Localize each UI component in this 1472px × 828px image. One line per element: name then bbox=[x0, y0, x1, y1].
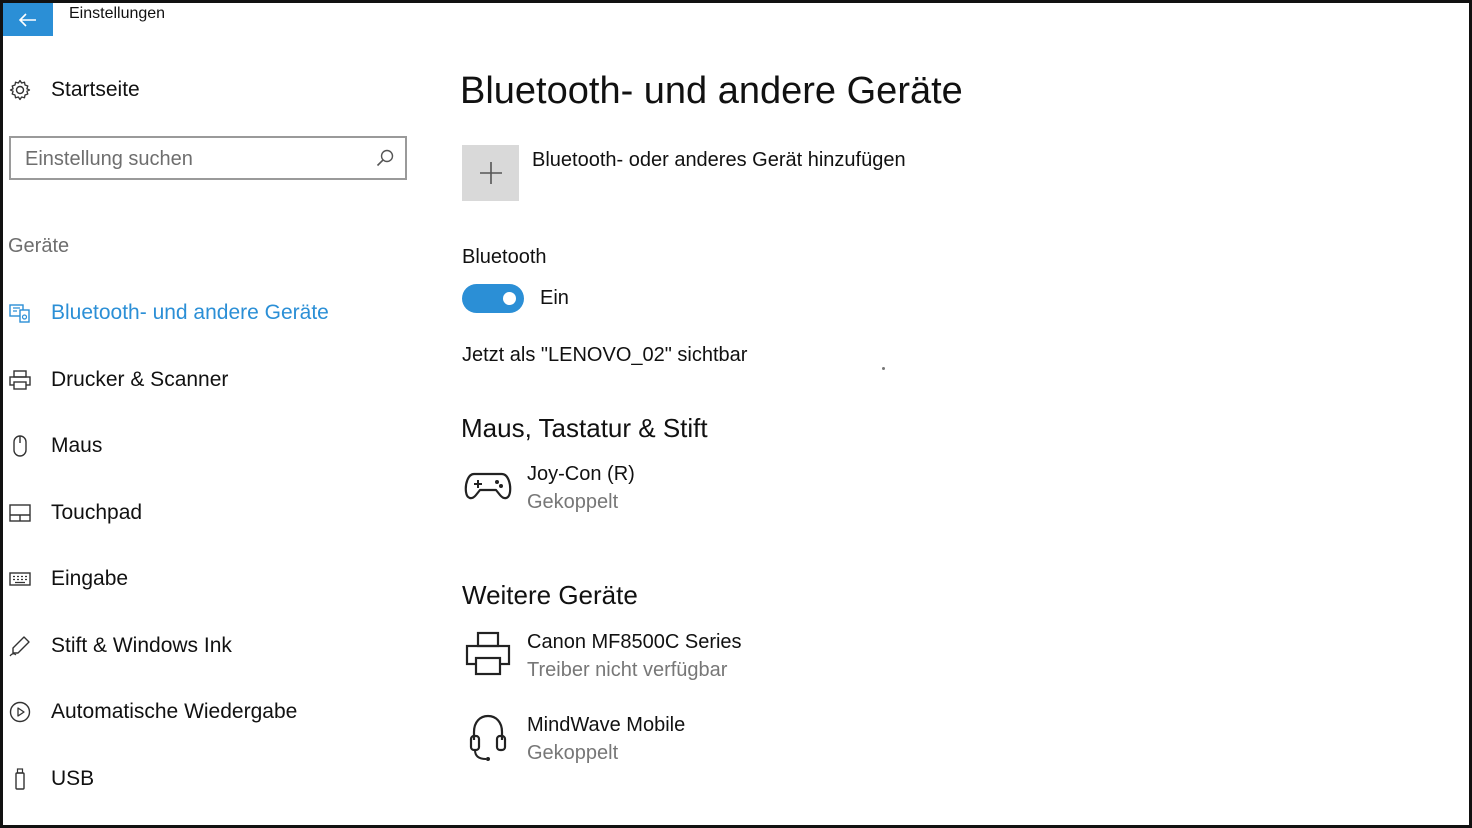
back-button[interactable] bbox=[3, 3, 53, 36]
device-name: Joy-Con (R) bbox=[527, 463, 635, 485]
printer-icon bbox=[8, 368, 32, 392]
gear-icon bbox=[9, 79, 31, 101]
sidebar-nav: Bluetooth- und andere Geräte Drucker & S… bbox=[8, 280, 428, 812]
printer-icon bbox=[462, 628, 514, 680]
add-device-button[interactable] bbox=[462, 145, 519, 201]
search-input[interactable] bbox=[25, 145, 355, 173]
sidebar-item-input[interactable]: Eingabe bbox=[8, 546, 428, 613]
autoplay-icon bbox=[8, 700, 32, 724]
visibility-text: Jetzt als "LENOVO_02" sichtbar bbox=[462, 344, 748, 366]
back-arrow-icon bbox=[19, 12, 36, 27]
sidebar-item-label: Bluetooth- und andere Geräte bbox=[51, 301, 329, 325]
sidebar-item-printers[interactable]: Drucker & Scanner bbox=[8, 347, 428, 414]
mouse-icon bbox=[8, 434, 32, 458]
device-status: Gekoppelt bbox=[527, 491, 619, 513]
gamepad-icon bbox=[462, 460, 514, 512]
headset-icon bbox=[462, 711, 514, 763]
device-name: MindWave Mobile bbox=[527, 714, 686, 736]
sidebar-item-label: Stift & Windows Ink bbox=[51, 633, 232, 657]
sidebar-item-label: USB bbox=[51, 766, 95, 790]
sidebar-group-label: Geräte bbox=[8, 235, 70, 257]
section-title-other-devices: Weitere Geräte bbox=[462, 580, 638, 610]
keyboard-icon bbox=[8, 567, 32, 591]
sidebar-item-label: Eingabe bbox=[51, 567, 129, 591]
home-link[interactable]: Startseite bbox=[8, 78, 140, 102]
settings-search[interactable] bbox=[9, 136, 407, 180]
device-name: Canon MF8500C Series bbox=[527, 631, 742, 653]
home-label: Startseite bbox=[51, 78, 140, 101]
device-mindwave[interactable]: MindWave Mobile Gekoppelt bbox=[462, 711, 685, 767]
sidebar-item-pen[interactable]: Stift & Windows Ink bbox=[8, 613, 428, 680]
sidebar-item-usb[interactable]: USB bbox=[8, 746, 428, 813]
device-status: Treiber nicht verfügbar bbox=[527, 659, 728, 681]
sidebar-item-label: Maus bbox=[51, 434, 103, 458]
pen-icon bbox=[8, 634, 32, 658]
add-device-label[interactable]: Bluetooth- oder anderes Gerät hinzufügen bbox=[532, 149, 906, 172]
sidebar-item-mouse[interactable]: Maus bbox=[8, 413, 428, 480]
toggle-knob bbox=[503, 292, 516, 305]
sidebar-item-autoplay[interactable]: Automatische Wiedergabe bbox=[8, 679, 428, 746]
device-joycon[interactable]: Joy-Con (R) Gekoppelt bbox=[462, 460, 635, 516]
device-status: Gekoppelt bbox=[527, 742, 619, 764]
bluetooth-label: Bluetooth bbox=[462, 246, 547, 268]
stray-dot bbox=[882, 367, 885, 370]
page-title: Bluetooth- und andere Geräte bbox=[460, 70, 963, 112]
search-icon[interactable] bbox=[375, 148, 395, 168]
sidebar-item-label: Drucker & Scanner bbox=[51, 367, 229, 391]
bluetooth-devices-icon bbox=[8, 301, 32, 325]
sidebar-item-touchpad[interactable]: Touchpad bbox=[8, 480, 428, 547]
usb-icon bbox=[8, 767, 32, 791]
app-title: Einstellungen bbox=[69, 5, 166, 22]
sidebar-item-label: Touchpad bbox=[51, 500, 143, 524]
bluetooth-state-label: Ein bbox=[540, 287, 569, 309]
sidebar-item-bluetooth[interactable]: Bluetooth- und andere Geräte bbox=[8, 280, 428, 347]
sidebar-item-label: Automatische Wiedergabe bbox=[51, 700, 298, 724]
plus-icon bbox=[479, 162, 502, 184]
bluetooth-toggle[interactable] bbox=[462, 284, 524, 313]
device-canon[interactable]: Canon MF8500C Series Treiber nicht verfü… bbox=[462, 628, 742, 684]
touchpad-icon bbox=[8, 501, 32, 525]
section-title-input-devices: Maus, Tastatur & Stift bbox=[461, 413, 708, 443]
